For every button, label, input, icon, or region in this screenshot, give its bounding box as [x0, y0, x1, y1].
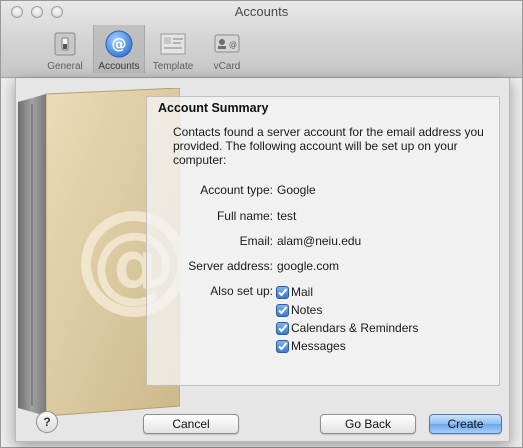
field-value: Google — [277, 183, 316, 197]
checkbox-label: Mail — [291, 285, 314, 299]
checkbox-label: Notes — [291, 303, 323, 317]
window-title: Accounts — [234, 4, 289, 19]
also-set-up-label: Also set up: — [210, 284, 273, 298]
field-email: Email: alam@neiu.edu — [147, 234, 501, 250]
checkbox-calendars-reminders[interactable]: Calendars & Reminders — [276, 320, 418, 336]
svg-text:@: @ — [229, 40, 237, 49]
checkmark-icon[interactable] — [276, 339, 289, 353]
checkbox-label: Calendars & Reminders — [291, 321, 419, 335]
help-button[interactable]: ? — [36, 411, 58, 433]
accounts-window: Accounts General @ Accounts Template @ v… — [0, 0, 523, 448]
checkbox-label: Messages — [291, 339, 346, 353]
field-server-address: Server address: google.com — [147, 259, 501, 275]
toolbar-item-vcard[interactable]: @ vCard — [201, 25, 253, 73]
field-full-name: Full name: test — [147, 209, 501, 225]
toolbar-label-template: Template — [152, 61, 194, 72]
account-setup-sheet: @ Account Summary Contacts found a serve… — [15, 78, 510, 442]
svg-text:@: @ — [112, 35, 127, 53]
summary-description: Contacts found a server account for the … — [173, 125, 484, 167]
field-value: google.com — [277, 259, 340, 273]
account-summary-panel: Account Summary Contacts found a server … — [146, 96, 500, 386]
field-account-type: Account type: Google — [147, 183, 501, 199]
checkbox-notes[interactable]: Notes — [276, 302, 322, 318]
template-icon — [157, 28, 189, 60]
toolbar-label-vcard: vCard — [213, 61, 241, 72]
field-label: Email: — [239, 234, 273, 248]
also-set-up-row: Also set up: — [147, 284, 501, 300]
field-value: alam@neiu.edu — [277, 234, 362, 248]
checkbox-messages[interactable]: Messages — [276, 338, 346, 354]
toolbar-label-accounts: Accounts — [98, 61, 140, 72]
toolbar-item-general[interactable]: General — [39, 25, 91, 73]
field-label: Server address: — [188, 259, 273, 273]
general-switch-icon — [49, 28, 81, 60]
at-sign-icon: @ — [103, 28, 135, 60]
field-label: Full name: — [216, 209, 273, 223]
toolbar-item-accounts[interactable]: @ Accounts — [93, 25, 145, 73]
checkmark-icon[interactable] — [276, 285, 289, 299]
title-bar: Accounts General @ Accounts Template @ v… — [1, 1, 522, 78]
vcard-icon: @ — [211, 28, 243, 60]
cancel-button[interactable]: Cancel — [143, 414, 239, 434]
go-back-button[interactable]: Go Back — [320, 414, 416, 434]
checkmark-icon[interactable] — [276, 303, 289, 317]
toolbar-label-general: General — [47, 61, 83, 72]
preferences-toolbar: General @ Accounts Template @ vCard — [39, 25, 253, 73]
checkbox-mail[interactable]: Mail — [276, 284, 313, 300]
field-label: Account type: — [200, 183, 273, 197]
summary-heading: Account Summary — [158, 101, 269, 115]
checkmark-icon[interactable] — [276, 321, 289, 335]
create-button[interactable]: Create — [429, 414, 502, 434]
field-value: test — [277, 209, 297, 223]
toolbar-item-template[interactable]: Template — [147, 25, 199, 73]
